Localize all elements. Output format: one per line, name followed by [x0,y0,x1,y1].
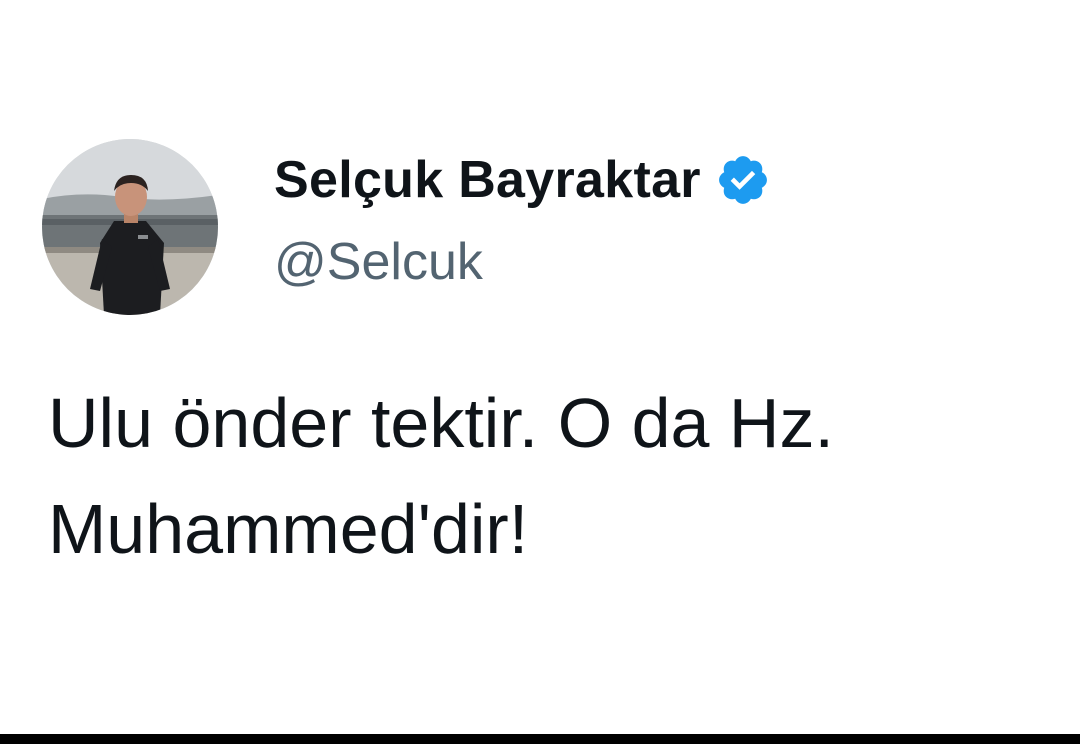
avatar[interactable] [42,139,218,315]
avatar-photo [42,139,218,315]
verified-check-icon [715,152,771,208]
author-display-name[interactable]: Selçuk Bayraktar [274,150,701,210]
tweet-text-line: Muhammed'dir! [48,490,529,568]
tweet-text: Ulu önder tektir. O da Hz. Muhammed'dir! [48,370,1058,582]
author-name-row: Selçuk Bayraktar [274,140,771,220]
author-handle[interactable]: @Selcuk [274,226,483,298]
tweet-text-line: Ulu önder tektir. O da Hz. [48,384,834,462]
bottom-border [0,734,1080,744]
tweet-card: Selçuk Bayraktar @Selcuk Ulu önder tekti… [0,0,1080,734]
